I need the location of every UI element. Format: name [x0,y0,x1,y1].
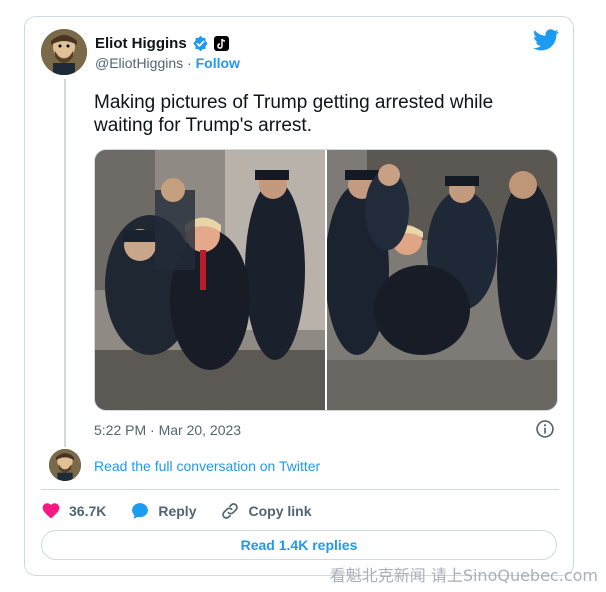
action-bar: 36.7K Reply Copy link [41,501,336,521]
like-count: 36.7K [69,503,107,519]
twitter-logo-icon[interactable] [533,29,559,51]
tweet-media[interactable] [94,149,558,411]
like-button[interactable]: 36.7K [41,501,106,521]
link-icon [222,503,239,519]
author-name[interactable]: Eliot Higgins [95,35,187,52]
heart-icon [42,503,60,519]
follow-button[interactable]: Follow [196,55,240,71]
tweet-timestamp[interactable]: 5:22 PM · Mar 20, 2023 [94,422,241,438]
thread-line [64,79,66,447]
author-handle-row: @EliotHiggins · Follow [95,55,240,71]
author-avatar[interactable] [41,29,87,75]
handle-separator: · [183,55,196,71]
author-handle[interactable]: @EliotHiggins [95,55,183,71]
reply-button[interactable]: Reply [130,501,196,521]
media-image-left[interactable] [95,150,325,410]
copy-link-button[interactable]: Copy link [220,501,312,521]
site-watermark: 看魁北克新闻 请上SinoQuebec.com [329,566,598,585]
copy-link-label: Copy link [248,503,312,519]
thread-avatar[interactable] [49,449,81,481]
tweet-card: Eliot Higgins @EliotHiggins · Follow Mak… [24,16,574,576]
actions-divider [41,489,559,490]
verified-badge-icon [193,35,208,52]
tweet-text: Making pictures of Trump getting arreste… [94,92,494,136]
tiktok-badge-icon [213,36,229,51]
author-name-row: Eliot Higgins [95,35,229,52]
media-image-right[interactable] [327,150,557,410]
read-replies-button[interactable]: Read 1.4K replies [41,530,557,560]
info-icon[interactable] [535,419,555,439]
reply-label: Reply [158,503,197,519]
reply-bubble-icon [132,503,149,519]
read-conversation-link[interactable]: Read the full conversation on Twitter [94,458,320,474]
